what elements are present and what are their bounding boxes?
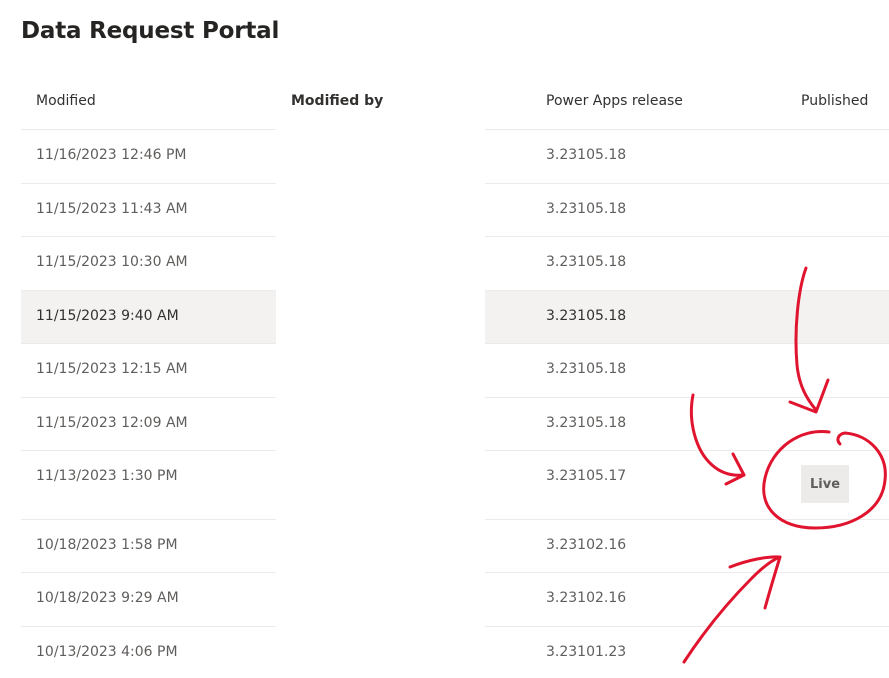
table-row[interactable]: 11/15/2023 12:09 AM 3.23105.18: [0, 397, 889, 450]
cell-modified: 11/15/2023 9:40 AM: [36, 308, 179, 324]
row-divider: [21, 626, 276, 627]
row-divider: [21, 519, 276, 520]
table-row[interactable]: 11/15/2023 9:40 AM 3.23105.18: [0, 290, 889, 343]
cell-modified: 10/18/2023 9:29 AM: [36, 590, 179, 606]
table-row[interactable]: 11/15/2023 10:30 AM 3.23105.18: [0, 236, 889, 290]
cell-modified: 10/18/2023 1:58 PM: [36, 537, 178, 553]
row-divider: [485, 450, 889, 451]
cell-modified: 11/16/2023 12:46 PM: [36, 147, 187, 163]
row-background: [21, 450, 276, 519]
cell-power-apps-release: 3.23105.18: [546, 201, 627, 217]
row-divider: [485, 236, 889, 237]
column-header-modified[interactable]: Modified: [36, 93, 96, 109]
row-divider: [21, 183, 276, 184]
version-history-table: Modified Modified by Power Apps release …: [0, 0, 889, 678]
table-row[interactable]: 11/15/2023 12:15 AM 3.23105.18: [0, 343, 889, 397]
table-row[interactable]: 11/16/2023 12:46 PM 3.23105.18: [0, 129, 889, 183]
row-divider: [485, 183, 889, 184]
cell-power-apps-release: 3.23105.17: [546, 468, 627, 484]
row-divider: [485, 572, 889, 573]
table-row[interactable]: 10/18/2023 1:58 PM 3.23102.16: [0, 519, 889, 572]
cell-modified: 11/15/2023 12:15 AM: [36, 361, 188, 377]
table-row[interactable]: 11/15/2023 11:43 AM 3.23105.18: [0, 183, 889, 236]
row-divider: [21, 397, 276, 398]
cell-power-apps-release: 3.23101.23: [546, 644, 627, 660]
row-divider: [485, 626, 889, 627]
cell-power-apps-release: 3.23105.18: [546, 361, 627, 377]
cell-power-apps-release: 3.23105.18: [546, 147, 627, 163]
cell-power-apps-release: 3.23102.16: [546, 590, 627, 606]
column-header-published[interactable]: Published: [801, 93, 868, 109]
row-divider: [485, 290, 889, 291]
table-row[interactable]: 10/18/2023 9:29 AM 3.23102.16: [0, 572, 889, 626]
table-row[interactable]: 10/13/2023 4:06 PM 3.23101.23: [0, 626, 889, 678]
cell-modified: 11/15/2023 11:43 AM: [36, 201, 188, 217]
row-divider: [485, 343, 889, 344]
row-divider: [485, 397, 889, 398]
status-badge-live: Live: [801, 465, 849, 503]
column-header-power-apps-release[interactable]: Power Apps release: [546, 93, 683, 109]
cell-power-apps-release: 3.23105.18: [546, 308, 627, 324]
row-divider: [21, 572, 276, 573]
row-divider: [21, 290, 276, 291]
cell-power-apps-release: 3.23102.16: [546, 537, 627, 553]
cell-modified: 10/13/2023 4:06 PM: [36, 644, 178, 660]
cell-power-apps-release: 3.23105.18: [546, 254, 627, 270]
row-divider: [21, 236, 276, 237]
cell-modified: 11/13/2023 1:30 PM: [36, 468, 178, 484]
row-divider: [21, 129, 276, 130]
cell-modified: 11/15/2023 10:30 AM: [36, 254, 188, 270]
row-divider: [485, 519, 889, 520]
cell-modified: 11/15/2023 12:09 AM: [36, 415, 188, 431]
row-divider: [21, 343, 276, 344]
column-header-modified-by[interactable]: Modified by: [291, 93, 383, 109]
row-divider: [485, 129, 889, 130]
row-divider: [21, 450, 276, 451]
table-row[interactable]: 11/13/2023 1:30 PM 3.23105.17 Live: [0, 450, 889, 519]
cell-power-apps-release: 3.23105.18: [546, 415, 627, 431]
